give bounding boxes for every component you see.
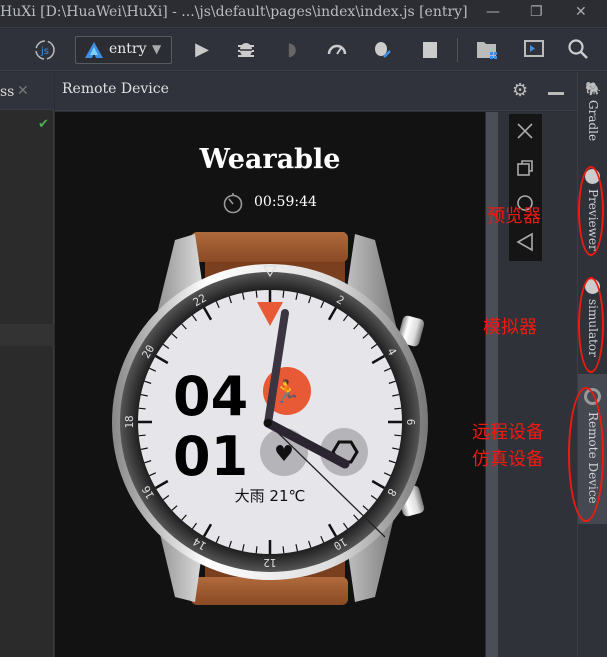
rotate-screen-icon[interactable] — [516, 159, 534, 177]
stop-icon[interactable] — [418, 38, 442, 62]
window-title: HuXi [D:\HuaWei\HuXi] - ...\js\default\p… — [0, 4, 468, 20]
harmony-logo-icon — [85, 42, 103, 58]
watch-face: 246810121416182022 🏃 ♥ 04 01 大雨 21℃ — [112, 232, 428, 605]
title-bar: HuXi [D:\HuaWei\HuXi] - ...\js\default\p… — [0, 0, 607, 28]
module-selector[interactable]: entry ▼ — [75, 36, 172, 64]
tool-label: Gradle — [586, 100, 600, 142]
minimize-panel-icon[interactable] — [548, 92, 564, 95]
gradle-icon: 🐘 — [585, 82, 602, 97]
scrollbar[interactable] — [486, 112, 498, 657]
svg-text:js: js — [40, 46, 49, 57]
bezel-label: 6 — [404, 419, 417, 426]
left-panel: ✔ — [0, 72, 54, 657]
annotation-remote-line2: 仿真设备 — [472, 449, 544, 470]
hand-pivot — [264, 419, 272, 427]
dial-tick — [255, 290, 258, 298]
module-name: entry — [109, 41, 147, 57]
debug-icon[interactable] — [234, 38, 258, 62]
annotation-oval-remote — [568, 387, 604, 522]
back-icon[interactable] — [516, 232, 534, 252]
left-tab[interactable]: ss ✕ — [0, 72, 54, 110]
restore-button[interactable]: ❐ — [530, 4, 543, 20]
run-icon[interactable]: ▶ — [190, 38, 214, 62]
weather-text: 大雨 21℃ — [235, 487, 306, 505]
attach-debugger-icon[interactable]: ◗ — [280, 38, 304, 62]
gear-icon[interactable]: ⚙ — [512, 80, 528, 101]
terminal-icon[interactable] — [522, 38, 546, 62]
close-button[interactable]: ✕ — [575, 4, 587, 20]
panel-title: Remote Device — [62, 81, 169, 97]
top-digits: 04 — [173, 365, 248, 428]
project-structure-icon[interactable] — [475, 38, 499, 62]
close-icon[interactable] — [516, 122, 534, 140]
search-icon[interactable] — [566, 38, 590, 62]
left-tab-label: ss — [0, 84, 15, 100]
dial-tick — [138, 434, 146, 437]
chevron-down-icon: ▼ — [152, 42, 162, 56]
annotation-remote-line1: 远程设备 — [472, 422, 544, 443]
dial-tick — [394, 407, 402, 410]
tool-gradle[interactable]: 🐘 Gradle — [578, 72, 607, 142]
js-sync-icon[interactable]: js — [33, 38, 57, 62]
annotation-oval-simulator — [578, 277, 604, 373]
dial-tick — [282, 290, 285, 298]
dial-tick — [255, 546, 258, 554]
annotation-simulator: 模拟器 — [483, 317, 537, 338]
device-controls — [509, 114, 542, 261]
annotation-oval-previewer — [578, 166, 604, 256]
dial-tick — [138, 407, 146, 410]
panel-header: Remote Device ⚙ — [55, 72, 577, 111]
debug-attach-icon[interactable] — [370, 38, 394, 62]
close-tab-icon[interactable]: ✕ — [17, 83, 29, 99]
minimize-button[interactable]: — — [486, 4, 500, 20]
bezel-label: 12 — [263, 556, 276, 569]
toolbar: js entry ▼ ▶ ◗ — [0, 29, 607, 71]
profiler-icon[interactable] — [325, 38, 349, 62]
bottom-digits: 01 — [173, 425, 248, 488]
dial-tick — [282, 546, 285, 554]
check-icon: ✔ — [38, 117, 49, 132]
annotation-previewer: 预览器 — [487, 206, 541, 227]
dial-tick — [394, 434, 402, 437]
bezel-label: 18 — [123, 415, 136, 428]
selected-row[interactable] — [0, 324, 54, 346]
toolbar-divider — [457, 38, 458, 62]
